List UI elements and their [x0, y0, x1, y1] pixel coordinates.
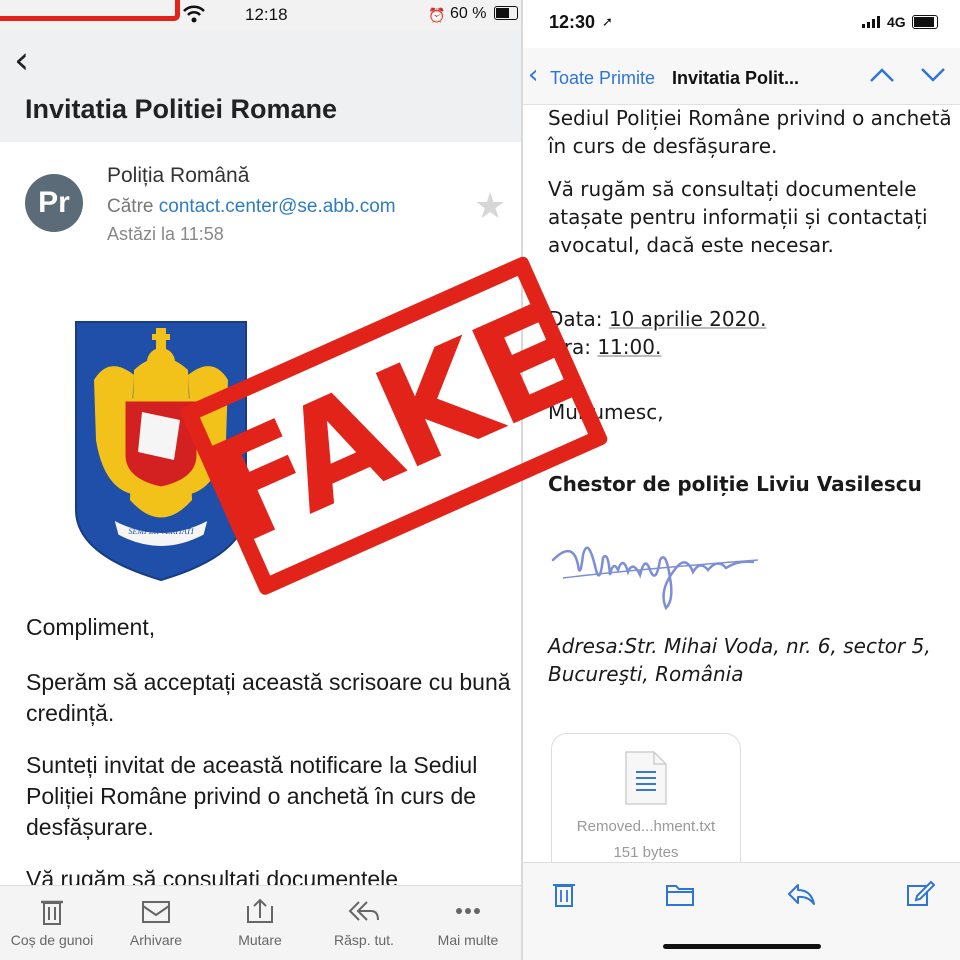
email-date: Astăzi la 11:58: [107, 224, 224, 244]
body-paragraph-2: Vă rugăm să consultați documentele atașa…: [548, 177, 928, 257]
trash-button[interactable]: Coș de gunoi: [0, 886, 104, 960]
recipient-line: Către contact.center@se.abb.com: [107, 196, 396, 218]
archive-button[interactable]: Arhivare: [104, 886, 208, 960]
battery-icon: [912, 15, 938, 29]
red-border-decoration: [0, 0, 180, 21]
handwritten-signature-image: [551, 546, 759, 611]
trash-icon: [41, 900, 63, 925]
move-button[interactable]: Mutare: [208, 886, 312, 960]
compose-icon[interactable]: [905, 880, 935, 908]
attachment-size: 151 bytes: [613, 844, 679, 861]
archive-icon: [142, 901, 170, 923]
reply-all-icon: [348, 901, 379, 921]
move-label: Mutare: [238, 932, 282, 948]
network-type: 4G: [887, 14, 906, 30]
crest-motto-text: SEMPER VERITATI: [128, 527, 193, 536]
date-value[interactable]: 10 aprilie 2020.: [609, 307, 767, 331]
closing: Mulțumesc,: [548, 400, 664, 424]
more-icon: [456, 908, 480, 914]
trash-label: Coș de gunoi: [10, 932, 94, 948]
status-bar: 12:18 ⏰ 60 %: [0, 0, 522, 30]
mail-navbar: ‹ Toate Primite Invitatia Polit...: [522, 48, 960, 105]
next-message-icon[interactable]: [919, 65, 947, 85]
battery-icon: [494, 6, 518, 20]
back-to-inbox-link[interactable]: Toate Primite: [550, 68, 655, 89]
nav-subject: Invitatia Polit...: [672, 68, 800, 88]
more-label: Mai multe: [437, 932, 499, 948]
email-subject: Invitatia Politiei Romane: [25, 94, 338, 124]
body-paragraph-1: Sediul Poliției Române privind o anchetă…: [548, 106, 952, 158]
address: Adresa:Str. Mihai Voda, nr. 6, sector 5,…: [548, 634, 931, 686]
meeting-time-line: Ora: 11:00.: [548, 333, 953, 361]
avatar[interactable]: Pr: [25, 174, 83, 232]
folder-icon[interactable]: [665, 880, 695, 908]
more-button[interactable]: Mai multe: [416, 886, 520, 960]
body-paragraph-1: Sperăm să acceptați această scrisoare cu…: [26, 669, 511, 726]
battery-percent: 60 %: [450, 5, 487, 22]
home-indicator: [663, 944, 821, 949]
to-label: Către: [107, 196, 154, 217]
mail-header: ‹ Invitatia Politiei Romane: [0, 30, 522, 142]
trash-icon[interactable]: [549, 880, 579, 908]
bottom-toolbar: Coș de gunoi Arhivare Mutare Răsp. tut. …: [0, 885, 522, 960]
recipient-email-link[interactable]: contact.center@se.abb.com: [159, 196, 396, 217]
wifi-icon: [183, 5, 205, 23]
attachment-filename: Removed...hment.txt: [576, 818, 716, 835]
location-icon: ➚: [602, 14, 613, 29]
status-time: 12:30: [549, 12, 596, 32]
body-paragraph-2: Sunteți invitat de această notificare la…: [26, 752, 478, 840]
alarm-icon: ⏰: [428, 7, 446, 23]
previous-message-icon[interactable]: [868, 65, 896, 85]
status-bar: 12:30 ➚ 4G: [522, 0, 960, 48]
time-value[interactable]: 11:00.: [597, 335, 661, 359]
sender-name[interactable]: Poliția Română: [107, 164, 249, 188]
status-time: 12:18: [245, 5, 288, 24]
meeting-date-line: Data: 10 aprilie 2020.: [548, 305, 953, 333]
reply-all-button[interactable]: Răsp. tut.: [312, 886, 416, 960]
move-icon: [247, 898, 273, 923]
archive-label: Arhivare: [129, 932, 183, 948]
signal-icon: [862, 16, 880, 28]
reply-icon[interactable]: [786, 880, 816, 908]
back-chevron-icon[interactable]: ‹: [14, 38, 29, 82]
back-chevron-icon[interactable]: ‹: [528, 60, 538, 90]
reply-all-label: Răsp. tut.: [334, 932, 394, 948]
text-file-icon: [625, 751, 667, 805]
